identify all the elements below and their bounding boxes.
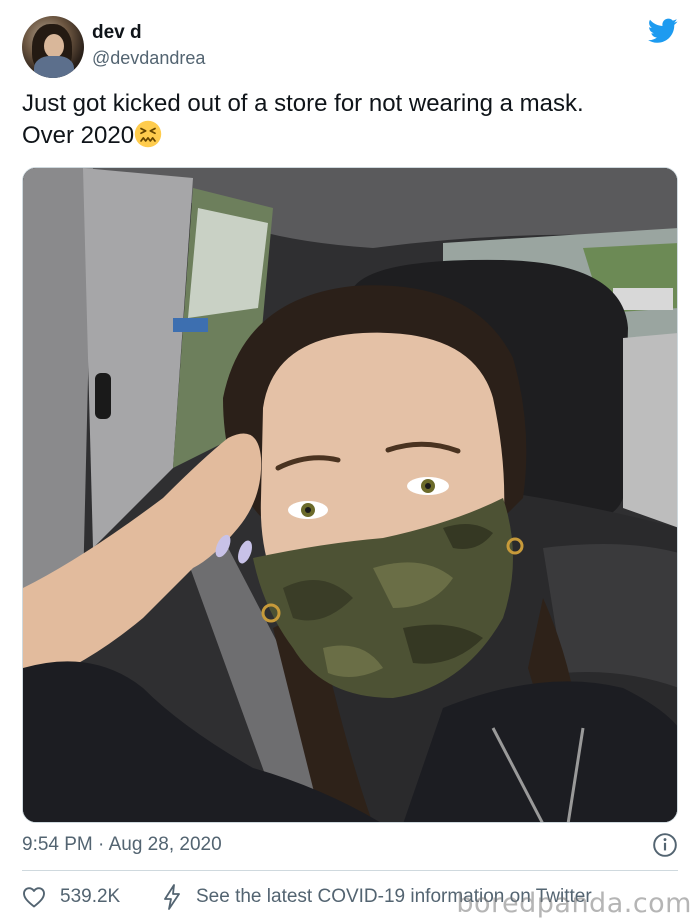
tweet-meta: 9:54 PM · Aug 28, 2020: [22, 832, 678, 858]
tweet-text-line2: Over 2020: [22, 122, 135, 149]
heart-icon: [23, 887, 45, 908]
tweet-text: Just got kicked out of a store for not w…: [22, 88, 682, 152]
like-button[interactable]: 539.2K: [22, 882, 120, 912]
twitter-bird-icon[interactable]: [648, 18, 678, 44]
author-names[interactable]: dev d @devdandrea: [92, 20, 205, 70]
user-handle[interactable]: @devdandrea: [92, 46, 205, 70]
selfie-in-car-photo-icon: [23, 168, 677, 822]
watermark: boredpanda.com: [456, 888, 692, 919]
display-name[interactable]: dev d: [92, 20, 205, 46]
tweet-card: dev d @devdandrea Just got kicked out of…: [0, 0, 700, 924]
tweet-text-line2-wrap: Over 2020: [22, 120, 682, 152]
avatar[interactable]: [22, 16, 84, 78]
like-count: 539.2K: [60, 886, 121, 907]
tweet-timestamp[interactable]: 9:54 PM · Aug 28, 2020: [22, 834, 222, 855]
tweet-header: dev d @devdandrea: [22, 16, 678, 78]
tweet-text-line1: Just got kicked out of a store for not w…: [22, 90, 584, 117]
avatar-body: [34, 56, 74, 78]
divider: [22, 870, 678, 871]
info-icon[interactable]: [652, 832, 678, 858]
avatar-face: [44, 34, 64, 58]
lightning-bolt-icon: [164, 884, 180, 910]
tweet-photo[interactable]: [22, 167, 678, 823]
confounded-face-emoji-icon: [134, 120, 162, 148]
